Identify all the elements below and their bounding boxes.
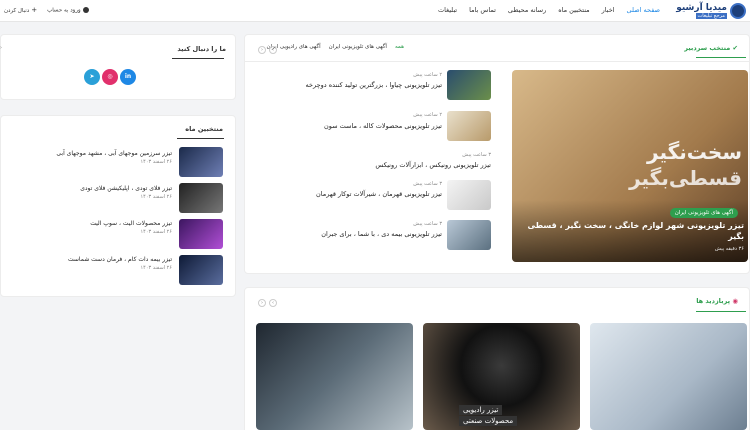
popular-title: ◉ پربازدید ها	[696, 297, 738, 305]
news-time-5: ۳ ساعت پیش	[413, 221, 442, 227]
news-thumb-5[interactable]	[447, 220, 491, 250]
nav-contact[interactable]: تماس باما	[469, 6, 496, 14]
featured-prev-arrow[interactable]: ‹	[258, 46, 266, 54]
follow-underline	[172, 58, 224, 59]
popular-prev-arrow[interactable]: ‹	[258, 299, 266, 307]
popular-next-arrow[interactable]: ›	[269, 299, 277, 307]
hero-title[interactable]: تیزر تلویزیونی شهر لوازم خانگی ، سخت نگی…	[524, 220, 744, 242]
logo-mark	[730, 2, 746, 19]
site-logo[interactable]: میدیا آرشیو مرجع تبلیغات	[672, 1, 746, 20]
side-title-1[interactable]: تیزر سرزمین موجهای آبی ، مشهد موجهای آبی	[56, 150, 172, 157]
user-icon	[82, 6, 89, 13]
follow-link[interactable]: +دنبال کردن	[4, 6, 37, 14]
news-title-3[interactable]: تیزر تلویزیونی رونیکس ، ابزارآلات رونیکس	[375, 161, 491, 169]
side-thumb-2[interactable]	[179, 183, 223, 213]
top-bar: میدیا آرشیو مرجع تبلیغات صفحه اصلی اخبار…	[0, 0, 750, 22]
logo-text: میدیا آرشیو	[676, 2, 727, 13]
top-actions: ورود به حساب +دنبال کردن	[4, 6, 89, 14]
main-nav: صفحه اصلی اخبار منتخبین ماه رسانه محیطی …	[438, 6, 660, 14]
hero-image-text-2: قسطی‌بگیر	[629, 166, 742, 190]
news-title-5[interactable]: تیزر تلویزیونی بیمه دی ، با شما ، برای ج…	[321, 230, 442, 238]
tab-all[interactable]: همه	[395, 44, 404, 50]
featured-next-arrow[interactable]: ›	[269, 46, 277, 54]
tab-tv-ads[interactable]: آگهی های تلویزیونی ایران	[329, 44, 387, 50]
nav-outdoor-media[interactable]: رسانه محیطی	[508, 6, 546, 14]
news-time-3: ۳ ساعت پیش	[462, 152, 491, 158]
side-title-3[interactable]: تیزر محصولات الیت ، سوپ الیت	[90, 220, 172, 227]
follow-panel	[0, 34, 236, 100]
news-thumb-4[interactable]	[447, 180, 491, 210]
news-time-4: ۳ ساعت پیش	[413, 181, 442, 187]
news-thumb-1[interactable]	[447, 70, 491, 100]
telegram-icon[interactable]: ➤	[84, 69, 100, 85]
featured-divider	[245, 61, 750, 62]
plus-icon: +	[31, 6, 38, 14]
news-time-1: ۲ ساعت پیش	[413, 72, 442, 78]
news-title-4[interactable]: تیزر تلویزیونی قهرمان ، شیرآلات توکار قه…	[316, 190, 442, 198]
popular-card-2-line1: تیزر رادیویی	[459, 405, 503, 415]
instagram-icon[interactable]: ◎	[102, 69, 118, 85]
logo-subtext: مرجع تبلیغات	[695, 12, 727, 19]
month-picks-underline	[177, 138, 224, 139]
side-date-4: ۲۶ اسفند ۱۴۰۳	[140, 265, 172, 271]
follow-title: ما را دنبال کنید	[177, 45, 226, 53]
nav-news[interactable]: اخبار	[602, 6, 615, 14]
hero-badge[interactable]: آگهی های تلویزیونی ایران	[669, 208, 738, 218]
news-time-2: ۲ ساعت پیش	[413, 112, 442, 118]
popular-underline	[696, 311, 746, 312]
side-thumb-1[interactable]	[179, 147, 223, 177]
side-thumb-3[interactable]	[179, 219, 223, 249]
side-date-2: ۲۶ اسفند ۱۴۰۳	[140, 194, 172, 200]
featured-tabs: همه آگهی های تلویزیونی ایران آگهی های را…	[266, 44, 404, 50]
nav-ads[interactable]: تبلیغات	[438, 6, 457, 14]
popular-card-1[interactable]	[590, 323, 747, 430]
popular-card-2-line2: محصولات صنعتی	[459, 416, 518, 426]
login-link[interactable]: ورود به حساب	[47, 6, 89, 13]
nav-home[interactable]: صفحه اصلی	[627, 6, 660, 14]
linkedin-icon[interactable]: in	[120, 69, 136, 85]
side-title-2[interactable]: تیزر فلای تودی ، اپلیکیشن فلای تودی	[80, 185, 172, 192]
side-thumb-4[interactable]	[179, 255, 223, 285]
side-date-3: ۲۶ اسفند ۱۴۰۳	[140, 229, 172, 235]
month-picks-title: منتخبین ماه	[185, 125, 223, 133]
hero-time: ۳۶ دقیقه پیش	[714, 246, 744, 252]
popular-card-2[interactable]: تیزر رادیویی محصولات صنعتی	[423, 323, 580, 430]
hero-image-text-1: سخت‌نگیر	[647, 140, 742, 164]
side-date-1: ۲۶ اسفند ۱۴۰۳	[140, 159, 172, 165]
nav-month-picks[interactable]: منتخبین ماه	[558, 6, 589, 14]
news-title-2[interactable]: تیزر تلویزیونی محصولات کاله ، ماست سون	[324, 122, 442, 130]
news-title-1[interactable]: تیزر تلویزیونی چیاوا ، بزرگترین تولید کن…	[306, 81, 443, 89]
side-title-4[interactable]: تیزر بیمه دات کام ، فرمان دست شماست	[68, 256, 172, 263]
featured-title: ✔ منتخب سردبیر	[684, 44, 738, 52]
popular-card-3[interactable]	[256, 323, 413, 430]
featured-underline	[696, 57, 746, 58]
news-thumb-2[interactable]	[447, 111, 491, 141]
